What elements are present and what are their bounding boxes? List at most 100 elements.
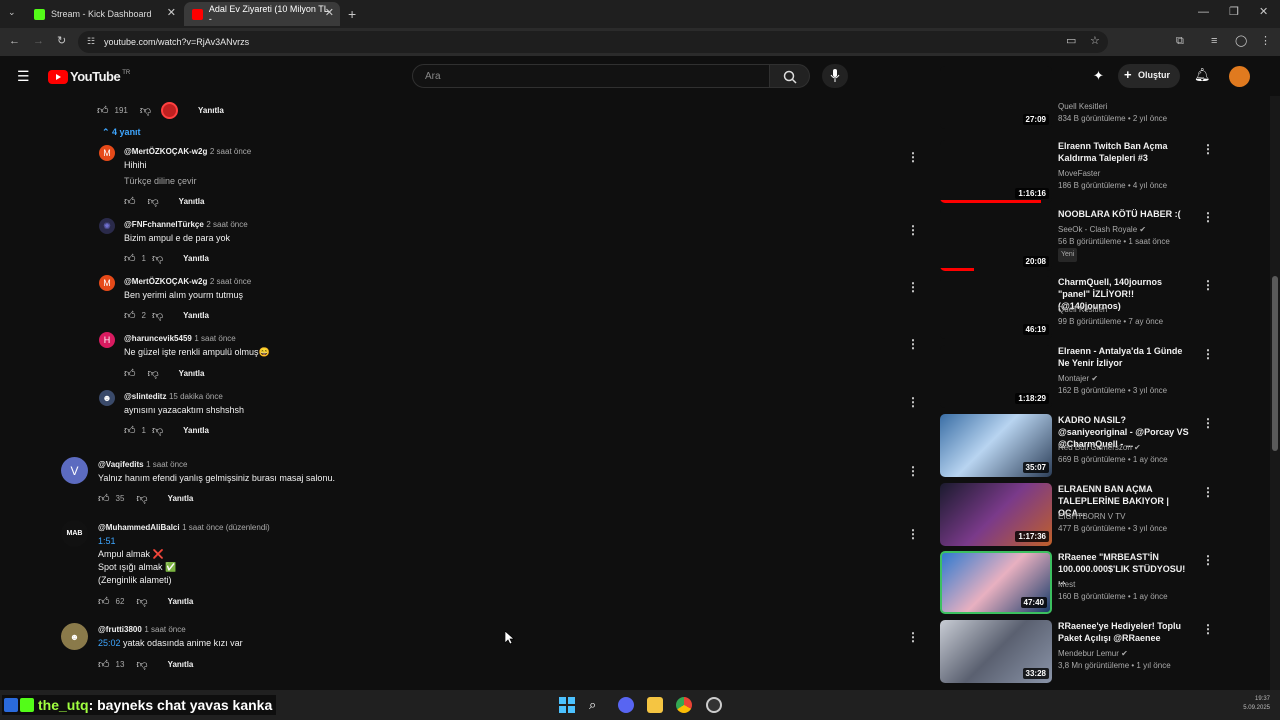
tab-youtube[interactable]: Adal Ev Ziyareti (10 Milyon TL - ✕ <box>184 2 340 26</box>
cast-icon[interactable]: ▭ <box>1066 36 1076 47</box>
discord-icon[interactable] <box>618 697 634 713</box>
video-title[interactable]: RRaenee'ye Hediyeler! Toplu Paket Açılış… <box>1058 620 1190 644</box>
video-menu-icon[interactable]: ⋮ <box>1202 347 1214 361</box>
video-card[interactable]: 1:18:29 Elraenn - Antalya'da 1 Günde Ne … <box>940 345 1230 409</box>
reply-button[interactable]: Yanıtla <box>179 197 205 206</box>
search-input[interactable]: Ara <box>412 64 770 88</box>
video-thumbnail[interactable]: 20:08 <box>940 208 1052 271</box>
reply-button[interactable]: Yanıtla <box>168 660 194 669</box>
reply-button[interactable]: Yanıtla <box>183 426 209 435</box>
reply-button[interactable]: Yanıtla <box>168 597 194 606</box>
video-menu-icon[interactable]: ⋮ <box>1202 416 1214 430</box>
avatar[interactable]: H <box>99 332 115 348</box>
start-icon[interactable] <box>559 697 575 713</box>
like-icon[interactable]: 👍︎ <box>98 492 110 505</box>
dislike-icon[interactable]: 👎︎ <box>136 492 147 505</box>
scrollbar[interactable] <box>1270 96 1280 690</box>
video-thumbnail[interactable]: 27:09 <box>940 66 1052 129</box>
comment-author[interactable]: @MertÖZKOÇAK-w2g <box>124 277 207 286</box>
channel-name[interactable]: Quell Kesitleri <box>1058 101 1208 113</box>
chrome-menu-icon[interactable]: ⋮ <box>1260 36 1271 47</box>
dislike-icon[interactable]: 👎︎ <box>148 195 159 208</box>
close-window-icon[interactable]: ✕ <box>1259 7 1268 18</box>
video-title[interactable]: NOOBLARA KÖTÜ HABER :( <box>1058 208 1190 220</box>
site-info-icon[interactable]: ☷ <box>87 37 95 46</box>
channel-name[interactable]: Red Bull Gamerszon ✔ <box>1058 442 1208 454</box>
new-tab-icon[interactable]: + <box>348 7 356 21</box>
video-thumbnail[interactable]: 1:16:16 <box>940 140 1052 203</box>
timestamp-link[interactable]: 25:02 <box>98 638 121 648</box>
comment-menu-icon[interactable]: ⋮ <box>907 464 919 478</box>
channel-name[interactable]: Mest <box>1058 579 1208 591</box>
obs-icon[interactable] <box>706 697 722 713</box>
comment-menu-icon[interactable]: ⋮ <box>907 337 919 351</box>
comment-author[interactable]: @MuhammedAliBalci <box>98 523 180 532</box>
reload-icon[interactable]: ↻ <box>57 36 66 47</box>
close-tab-icon[interactable]: ✕ <box>325 6 334 19</box>
video-menu-icon[interactable]: ⋮ <box>1202 553 1214 567</box>
comment-time[interactable]: 15 dakika önce <box>169 392 223 401</box>
youtube-logo[interactable]: YouTube TR <box>48 69 130 84</box>
comment-menu-icon[interactable]: ⋮ <box>907 630 919 644</box>
comment-time[interactable]: 1 saat önce <box>144 625 185 634</box>
dislike-icon[interactable]: 👎︎ <box>148 367 159 380</box>
dislike-icon[interactable]: 👎︎ <box>152 252 163 265</box>
video-card[interactable]: 47:40 RRaenee "MRBEAST'İN 100.000.000$'L… <box>940 551 1230 615</box>
extensions-icon[interactable]: ⧉ <box>1176 36 1184 47</box>
comment-time[interactable]: 2 saat önce <box>210 277 251 286</box>
dislike-icon[interactable]: 👎︎ <box>140 104 151 117</box>
video-card[interactable]: 46:19 CharmQuell, 140journos "panel" İZL… <box>940 276 1230 340</box>
reply-button[interactable]: Yanıtla <box>198 106 224 115</box>
avatar[interactable]: ☻ <box>61 623 88 650</box>
video-menu-icon[interactable]: ⋮ <box>1202 210 1214 224</box>
video-card[interactable]: 27:09 Quell Kesitleri 834 B görüntüleme •… <box>940 66 1230 130</box>
video-thumbnail[interactable]: 47:40 <box>940 551 1052 614</box>
video-thumbnail[interactable]: 46:19 <box>940 276 1052 339</box>
video-card[interactable]: 35:07 KADRO NASIL? @saniyeoriginal - @Po… <box>940 414 1230 478</box>
avatar[interactable]: ✺ <box>99 218 115 234</box>
avatar[interactable]: ☻ <box>99 390 115 406</box>
minimize-icon[interactable]: — <box>1198 7 1209 18</box>
translate-link[interactable]: Türkçe diline çevir <box>124 175 824 188</box>
avatar[interactable]: V <box>61 457 88 484</box>
comment-menu-icon[interactable]: ⋮ <box>907 150 919 164</box>
comment-time[interactable]: 1 saat önce (düzenlendi) <box>182 523 270 532</box>
channel-name[interactable]: EIGHTBORN V TV <box>1058 511 1208 523</box>
reply-button[interactable]: Yanıtla <box>168 494 194 503</box>
reply-button[interactable]: Yanıtla <box>183 254 209 263</box>
tab-kick[interactable]: Stream - Kick Dashboard ✕ <box>26 2 182 26</box>
video-thumbnail[interactable]: 35:07 <box>940 414 1052 477</box>
profile-icon[interactable]: ◯ <box>1235 36 1247 47</box>
video-title[interactable]: Elraenn - Antalya'da 1 Günde Ne Yenir İz… <box>1058 345 1190 369</box>
channel-name[interactable]: Montajer ✔ <box>1058 373 1208 385</box>
comment-author[interactable]: @FNFchannelTürkçe <box>124 220 204 229</box>
like-icon[interactable]: 👍︎ <box>124 424 136 437</box>
video-card[interactable]: 1:17:36 ELRAENN BAN AÇMA TALEPLERİNE BAK… <box>940 483 1230 547</box>
bookmark-star-icon[interactable]: ☆ <box>1090 36 1100 47</box>
like-icon[interactable]: 👍︎ <box>98 595 110 608</box>
comment-author[interactable]: @MertÖZKOÇAK-w2g <box>124 147 207 156</box>
avatar[interactable]: MAB <box>61 520 88 547</box>
channel-name[interactable]: SeeOk - Clash Royale ✔ <box>1058 224 1208 236</box>
like-icon[interactable]: 👍︎ <box>124 252 136 265</box>
avatar[interactable]: M <box>99 145 115 161</box>
video-card[interactable]: 1:16:16 Elraenn Twitch Ban Açma Kaldırma… <box>940 140 1230 204</box>
comment-time[interactable]: 1 saat önce <box>146 460 187 469</box>
comment-author[interactable]: @Vaqifedits <box>98 460 144 469</box>
channel-name[interactable]: MoveFaster <box>1058 168 1208 180</box>
comment-menu-icon[interactable]: ⋮ <box>907 280 919 294</box>
reply-button[interactable]: Yanıtla <box>183 311 209 320</box>
dislike-icon[interactable]: 👎︎ <box>152 309 163 322</box>
video-menu-icon[interactable]: ⋮ <box>1202 485 1214 499</box>
video-card[interactable]: 20:08 NOOBLARA KÖTÜ HABER :( SeeOk - Cla… <box>940 208 1230 272</box>
comment-author[interactable]: @frutti3800 <box>98 625 142 634</box>
back-icon[interactable]: ← <box>9 36 20 47</box>
chrome-icon[interactable] <box>676 697 692 713</box>
menu-icon[interactable]: ☰ <box>17 69 30 83</box>
account-avatar[interactable] <box>1229 66 1250 87</box>
media-icon[interactable]: ≡ <box>1211 36 1217 47</box>
dislike-icon[interactable]: 👎︎ <box>136 658 147 671</box>
search-taskbar-icon[interactable]: ⌕ <box>589 697 605 713</box>
video-menu-icon[interactable]: ⋮ <box>1202 622 1214 636</box>
search-button[interactable] <box>770 64 810 88</box>
